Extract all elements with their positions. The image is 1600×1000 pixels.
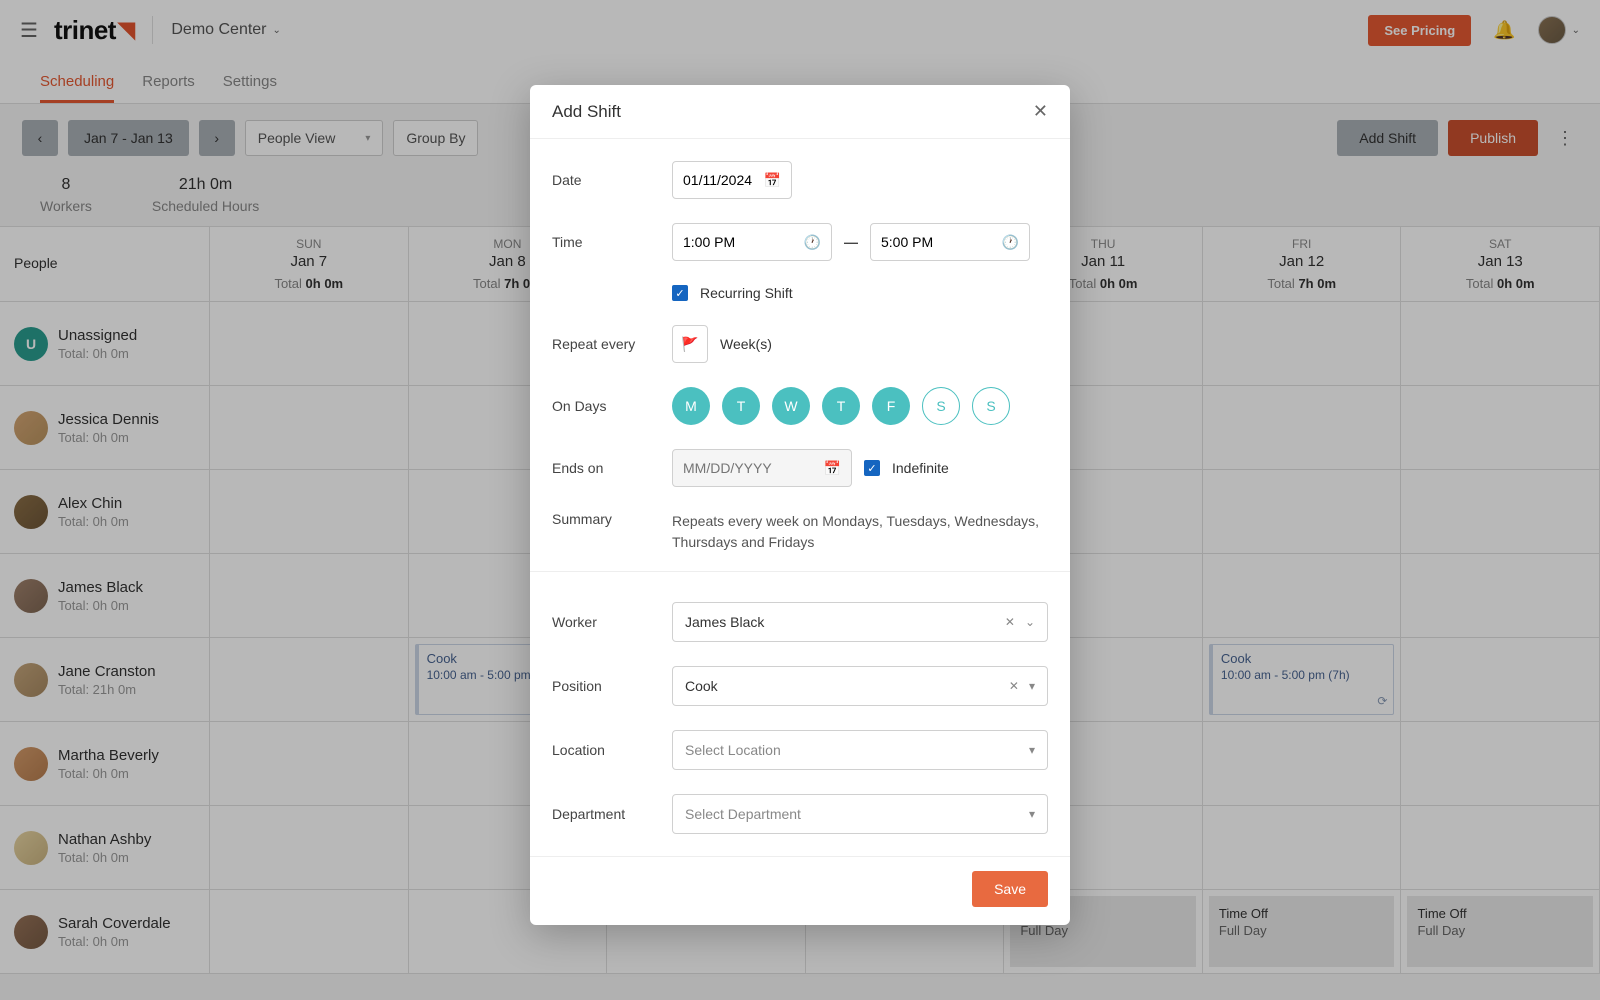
chevron-down-icon: ⌄ xyxy=(1025,615,1035,629)
recurring-checkbox[interactable]: ✓ xyxy=(672,285,688,301)
date-field[interactable] xyxy=(683,172,756,188)
position-select[interactable]: Cook ✕ ▾ xyxy=(672,666,1048,706)
clock-icon: 🕐 xyxy=(1002,234,1019,251)
day-chip-sat[interactable]: S xyxy=(922,387,960,425)
repeat-label: Repeat every xyxy=(552,336,672,352)
indefinite-label: Indefinite xyxy=(892,460,949,476)
department-select[interactable]: Select Department ▾ xyxy=(672,794,1048,834)
time-start-field[interactable] xyxy=(683,234,796,250)
modal-overlay: Add Shift ✕ Date 📅 Time 🕐 xyxy=(0,0,1600,1000)
save-button[interactable]: Save xyxy=(972,871,1048,907)
on-days-label: On Days xyxy=(552,398,672,414)
clear-icon[interactable]: ✕ xyxy=(1005,615,1015,629)
date-label: Date xyxy=(552,172,672,188)
department-placeholder: Select Department xyxy=(685,806,801,822)
chevron-down-icon: ▾ xyxy=(1029,807,1035,821)
clear-icon[interactable]: ✕ xyxy=(1009,679,1019,693)
close-icon[interactable]: ✕ xyxy=(1033,101,1048,122)
position-label: Position xyxy=(552,678,672,694)
time-start-input[interactable]: 🕐 xyxy=(672,223,832,261)
indefinite-checkbox[interactable]: ✓ xyxy=(864,460,880,476)
time-end-input[interactable]: 🕐 xyxy=(870,223,1030,261)
calendar-icon: 📅 xyxy=(824,460,841,477)
day-chip-mon[interactable]: M xyxy=(672,387,710,425)
modal-title: Add Shift xyxy=(552,102,621,122)
calendar-icon: 📅 xyxy=(764,172,781,189)
day-chip-wed[interactable]: W xyxy=(772,387,810,425)
clock-icon: 🕐 xyxy=(804,234,821,251)
position-value: Cook xyxy=(685,678,718,694)
day-chip-thu[interactable]: T xyxy=(822,387,860,425)
time-end-field[interactable] xyxy=(881,234,994,250)
ends-on-field xyxy=(683,460,816,476)
day-chip-fri[interactable]: F xyxy=(872,387,910,425)
chevron-down-icon: ▾ xyxy=(1029,679,1035,693)
day-chip-sun[interactable]: S xyxy=(972,387,1010,425)
ends-on-input: 📅 xyxy=(672,449,852,487)
summary-text: Repeats every week on Mondays, Tuesdays,… xyxy=(672,511,1048,553)
summary-label: Summary xyxy=(552,511,672,527)
ends-on-label: Ends on xyxy=(552,460,672,476)
location-placeholder: Select Location xyxy=(685,742,781,758)
location-label: Location xyxy=(552,742,672,758)
worker-select[interactable]: James Black ✕ ⌄ xyxy=(672,602,1048,642)
day-chip-tue[interactable]: T xyxy=(722,387,760,425)
recurring-label: Recurring Shift xyxy=(700,285,793,301)
dash-icon: — xyxy=(844,234,858,250)
flag-icon: 🚩 xyxy=(681,336,698,353)
add-shift-modal: Add Shift ✕ Date 📅 Time 🕐 xyxy=(530,85,1070,925)
repeat-value-input[interactable]: 🚩 xyxy=(672,325,708,363)
worker-label: Worker xyxy=(552,614,672,630)
repeat-unit-label: Week(s) xyxy=(720,336,772,352)
worker-value: James Black xyxy=(685,614,764,630)
location-select[interactable]: Select Location ▾ xyxy=(672,730,1048,770)
time-label: Time xyxy=(552,234,672,250)
department-label: Department xyxy=(552,806,672,822)
date-input[interactable]: 📅 xyxy=(672,161,792,199)
chevron-down-icon: ▾ xyxy=(1029,743,1035,757)
